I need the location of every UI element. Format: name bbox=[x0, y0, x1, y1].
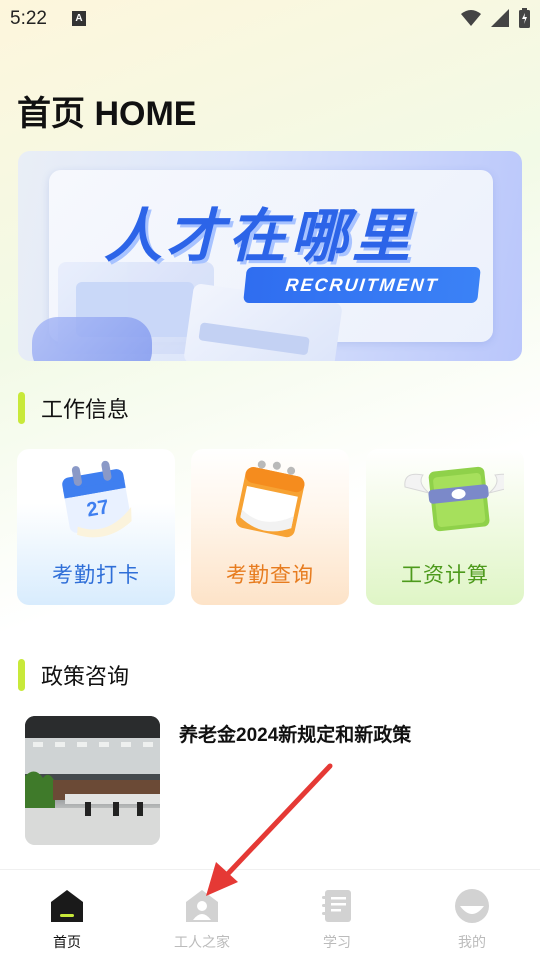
status-bar: 5:22 A bbox=[0, 0, 540, 38]
banner-headline: 人才在哪里 bbox=[104, 202, 415, 270]
page-title: 首页 HOME bbox=[17, 95, 197, 133]
section-accent-bar bbox=[18, 392, 25, 424]
calendar-icon: 27 bbox=[62, 460, 132, 538]
news-title[interactable]: 养老金2024新规定和新政策 bbox=[179, 720, 411, 747]
svg-text:27: 27 bbox=[85, 496, 111, 522]
worker-house-icon bbox=[186, 890, 218, 922]
bottom-tab-bar: 首页 工人之家 学习 我的 bbox=[0, 869, 540, 960]
salary-calc-card[interactable]: 工资计算 bbox=[366, 449, 524, 605]
tab-worker-home[interactable]: 工人之家 bbox=[162, 888, 242, 952]
notification-icon: A bbox=[72, 11, 86, 26]
wifi-icon bbox=[461, 10, 481, 26]
book-icon bbox=[322, 890, 351, 922]
tab-study[interactable]: 学习 bbox=[297, 888, 377, 952]
calendar-notebook-icon bbox=[235, 460, 305, 538]
section-work-info: 工作信息 bbox=[18, 392, 129, 424]
attendance-checkin-card[interactable]: 27 考勤打卡 bbox=[17, 449, 175, 605]
card-label: 工资计算 bbox=[401, 563, 489, 587]
tab-label: 我的 bbox=[458, 935, 486, 951]
signal-icon bbox=[491, 9, 509, 27]
section-accent-bar bbox=[18, 659, 25, 691]
tab-profile[interactable]: 我的 bbox=[432, 888, 512, 952]
section-title: 政策咨询 bbox=[41, 665, 130, 690]
card-label: 考勤查询 bbox=[226, 563, 314, 587]
attendance-query-card[interactable]: 考勤查询 bbox=[191, 449, 349, 605]
battery-icon bbox=[519, 8, 530, 28]
home-icon bbox=[51, 890, 83, 922]
banner-decoration bbox=[32, 317, 152, 361]
office-photo bbox=[25, 716, 160, 845]
profile-icon bbox=[455, 889, 489, 923]
tab-home[interactable]: 首页 bbox=[27, 888, 107, 952]
banner-tag: RECRUITMENT bbox=[243, 267, 481, 303]
section-title: 工作信息 bbox=[41, 398, 130, 423]
recruitment-banner[interactable]: 人才在哪里 RECRUITMENT bbox=[18, 151, 522, 361]
tab-label: 首页 bbox=[53, 935, 81, 951]
news-thumbnail[interactable] bbox=[25, 716, 160, 845]
status-time: 5:22 bbox=[10, 8, 47, 29]
card-label: 考勤打卡 bbox=[52, 563, 140, 587]
tab-label: 工人之家 bbox=[174, 935, 230, 951]
status-icons bbox=[461, 8, 530, 28]
section-policy: 政策咨询 bbox=[18, 659, 129, 691]
tab-label: 学习 bbox=[323, 935, 351, 951]
winged-money-icon bbox=[404, 466, 504, 532]
